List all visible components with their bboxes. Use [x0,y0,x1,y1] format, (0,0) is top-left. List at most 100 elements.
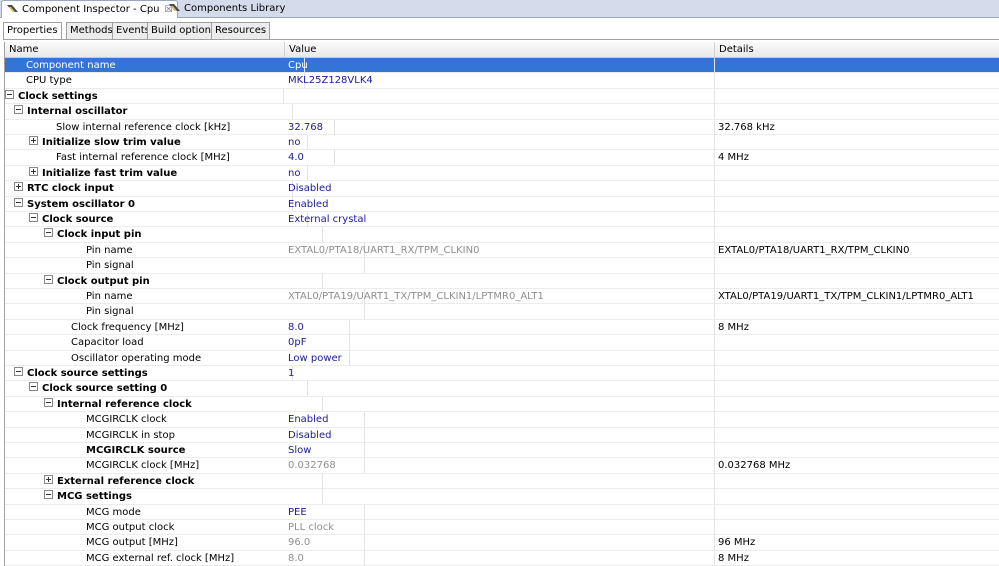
property-value[interactable]: Low power [285,350,715,366]
property-row[interactable]: MCG output [MHz] 96.0 96 MHz [5,535,999,551]
property-row[interactable]: MCGIRCLK clock Enabled [5,412,999,428]
collapse-icon[interactable] [5,89,14,99]
property-row[interactable]: Slow internal reference clock [kHz] 32.76… [5,119,999,135]
column-header-name[interactable]: Name [5,42,285,57]
property-value[interactable]: XTAL0/PTA19/UART1_TX/TPM_CLKIN1/LPTMR0_A… [285,289,715,304]
property-row[interactable]: Fast internal reference clock [MHz] 4.0 4 … [5,150,999,166]
property-row[interactable]: Pin signal [5,258,999,274]
property-name-cell: RTC clock input [5,181,293,197]
property-name: Fast internal reference clock [MHz] [56,152,230,164]
property-row[interactable]: Pin name EXTAL0/PTA18/UART1_RX/TPM_CLKIN0… [5,242,999,259]
property-value[interactable] [285,473,715,489]
property-row[interactable]: MCG output clock PLL clock [5,520,999,536]
property-row[interactable]: MCGIRCLK in stop Disabled [5,427,999,443]
property-row[interactable]: Clock source setting 0 [5,381,999,397]
property-value[interactable]: EXTAL0/PTA18/UART1_RX/TPM_CLKIN0 [285,242,715,258]
tab-build-options[interactable]: Build options [147,22,221,40]
property-row[interactable]: External reference clock [5,473,999,490]
property-details [715,397,999,412]
property-value[interactable]: 1 [285,366,715,381]
property-value[interactable] [285,304,715,320]
property-value[interactable] [285,258,715,274]
property-row[interactable]: Pin name XTAL0/PTA19/UART1_TX/TPM_CLKIN1/… [5,289,999,305]
property-row[interactable]: Internal reference clock [5,396,999,413]
property-row[interactable]: RTC clock input Disabled [5,181,999,197]
property-name: Pin signal [86,306,134,318]
collapse-icon[interactable] [29,213,38,222]
property-value[interactable]: 32.768 [285,119,715,135]
collapse-icon[interactable] [14,105,23,115]
property-details [715,520,999,535]
property-value[interactable]: Enabled [285,412,715,428]
expand-icon[interactable] [29,166,38,176]
tab-methods[interactable]: Methods [66,22,117,40]
collapse-icon[interactable] [14,367,23,376]
property-value[interactable] [285,489,715,505]
property-value[interactable]: MKL25Z128VLK4 [285,73,715,89]
property-value[interactable]: Cpu [285,58,715,73]
property-value[interactable]: PLL clock [285,520,715,535]
property-row[interactable]: CPU type MKL25Z128VLK4 [5,73,999,89]
property-row[interactable]: MCGIRCLK source Slow [5,443,999,459]
property-row[interactable]: Clock frequency [MHz] 8.0 8 MHz [5,319,999,336]
property-value[interactable]: 8.0 [285,319,715,335]
property-details [715,227,999,242]
collapse-icon[interactable] [14,197,23,207]
property-row[interactable]: Initialize slow trim value no [5,135,999,151]
collapse-icon[interactable] [44,490,53,500]
property-row[interactable]: Component name Cpu [5,58,999,74]
property-value[interactable]: 4.0 [285,150,715,166]
property-name: Internal oscillator [27,106,128,118]
collapse-icon[interactable] [29,382,38,392]
property-row[interactable]: MCG external ref. clock [MHz] 8.0 8 MHz [5,550,999,566]
property-row[interactable]: Clock output pin [5,273,999,289]
column-header-details[interactable]: Details [715,42,999,57]
property-row[interactable]: Pin signal [5,304,999,320]
property-value[interactable]: 0pF [285,335,715,351]
property-row[interactable]: MCGIRCLK clock [MHz] 0.032768 0.032768 MHz [5,458,999,474]
property-row[interactable]: Clock source settings 1 [5,366,999,382]
collapse-icon[interactable] [44,397,53,407]
property-value[interactable] [285,273,715,289]
property-row[interactable]: Internal oscillator [5,104,999,120]
property-value[interactable] [285,104,715,120]
tab-components-library[interactable]: Components Library [164,0,289,17]
property-row[interactable]: Clock input pin [5,227,999,243]
property-details: 96 MHz [718,537,756,549]
property-row[interactable]: MCG settings [5,489,999,505]
property-details [715,428,999,443]
property-row[interactable]: Initialize fast trim value no [5,165,999,182]
expand-icon[interactable] [44,474,53,484]
property-value[interactable]: 8.0 [285,550,715,566]
property-value[interactable]: no [285,165,715,181]
tab-properties[interactable]: Properties [3,22,62,40]
property-value[interactable]: 96.0 [285,535,715,551]
tab-component-inspector[interactable]: Component Inspector - Cpu ☒ [1,0,178,18]
property-row[interactable]: MCG mode PEE [5,504,999,520]
property-name: Component name [26,60,116,71]
property-row[interactable]: Oscillator operating mode Low power [5,350,999,366]
property-row[interactable]: System oscillator 0 Enabled [5,196,999,212]
property-value[interactable]: Slow [285,443,715,458]
property-value[interactable]: 0.032768 [285,458,715,474]
property-value[interactable]: Disabled [285,181,715,197]
property-value[interactable]: PEE [285,504,715,520]
collapse-icon[interactable] [44,228,53,238]
property-row[interactable]: Clock source External crystal [5,212,999,228]
property-value[interactable] [285,396,715,412]
property-details [715,89,999,104]
property-row[interactable]: Clock settings [5,88,999,105]
column-header-value[interactable]: Value [285,42,715,57]
property-row[interactable]: Capacitor load 0pF [5,335,999,351]
property-value[interactable]: no [285,135,715,150]
property-value[interactable] [285,381,715,397]
property-value[interactable]: External crystal [285,212,715,227]
tab-resources[interactable]: Resources [211,22,271,40]
expand-icon[interactable] [14,182,23,192]
property-value[interactable] [285,88,715,104]
property-value[interactable] [285,227,715,243]
property-value[interactable]: Disabled [285,427,715,443]
collapse-icon[interactable] [44,274,53,284]
property-value[interactable]: Enabled [285,196,715,212]
expand-icon[interactable] [29,136,38,145]
